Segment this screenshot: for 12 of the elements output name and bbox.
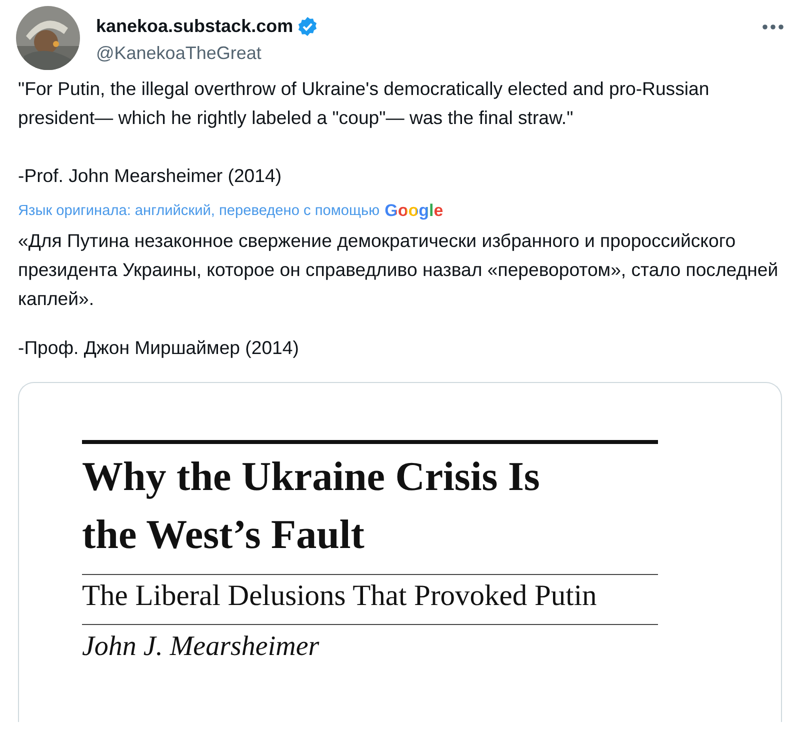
more-icon[interactable] [762, 24, 784, 30]
tweet-text: -Prof. John Mearsheimer (2014) [18, 164, 283, 188]
article-author: John J. Mearsheimer [82, 630, 320, 664]
article-title: the West’s Fault [82, 510, 366, 559]
tweet-text: "For Putin, the illegal overthrow of Ukraine's democratically elected and pro-Russian president— which he rightly labeled a "coup"— was the final straw." [18, 77, 710, 130]
translated-text: -Проф. Джон Миршаймер (2014) [18, 336, 300, 360]
translation-note: Язык оригинала: английский, переведено с помощью [18, 202, 380, 221]
article-subtitle: The Liberal Delusions That Provoked Putin [82, 579, 598, 614]
translated-text: «Для Путина незаконное свержение демократически избранного и пророссийского президента Украины, которое он справедливо назвал «переворотом», стало последней каплей». [18, 229, 780, 311]
author-handle[interactable]: @KanekoaTheGreat [96, 43, 262, 64]
author-name[interactable]: kanekoa.substack.com [96, 16, 294, 37]
article-title: Why the Ukraine Crisis Is [82, 452, 541, 501]
